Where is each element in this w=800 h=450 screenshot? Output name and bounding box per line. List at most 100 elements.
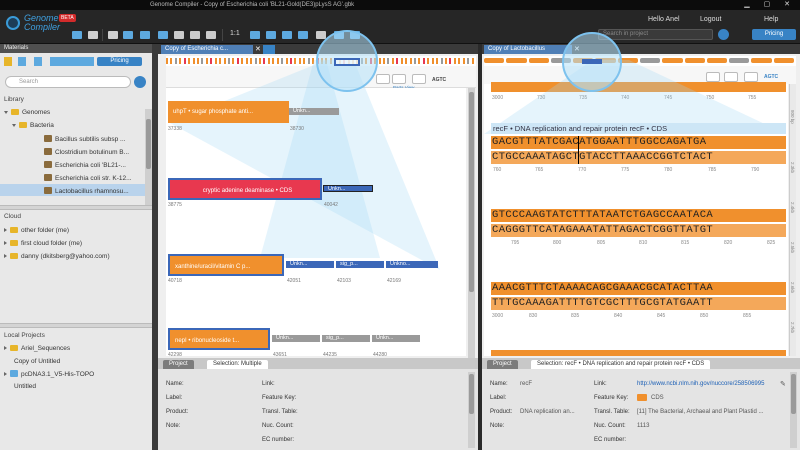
user-greeting[interactable]: Hello Anel (648, 16, 680, 23)
dna-view-toggle[interactable]: AGTC (432, 77, 446, 83)
new-tab-icon[interactable] (263, 45, 275, 54)
feature-xanthine-permease[interactable]: xanthine/uracil/vitamin C p... (168, 254, 284, 276)
feature-uhpT[interactable]: uhpT • sugar phosphate anti... (168, 101, 289, 123)
overview-feature-tick (294, 58, 297, 64)
redo-icon[interactable] (266, 31, 276, 39)
sequence-row-bottom-partial (491, 350, 786, 356)
feature-unknown[interactable]: Unkn... (272, 335, 320, 342)
project-search-input[interactable]: Search in project (598, 29, 713, 40)
sequence-reverse[interactable]: TTTGCAAAGATTTTGTCGCTTTGCGTATGAATT (491, 297, 786, 310)
new-project-icon[interactable] (72, 31, 82, 39)
sequence-reverse[interactable]: CAGGGTTCATAGAAATATTAGACTCGGTTATGT (491, 224, 786, 237)
primer-icon[interactable] (298, 31, 308, 39)
pricing-button[interactable]: Pricing (752, 29, 796, 40)
tab-project[interactable]: Project (487, 360, 518, 369)
feature-unknown[interactable]: Unkn... (323, 185, 373, 192)
properties-scrollbar[interactable] (790, 372, 797, 448)
genome-item[interactable]: Lactobacillus rhamnosu... (44, 187, 129, 195)
feature-label-recF[interactable]: recF • DNA replication and repair protei… (491, 123, 786, 134)
overview-feature-tick (440, 58, 443, 64)
overview-feature-tick (228, 58, 230, 64)
tab-project[interactable]: Project (163, 360, 194, 369)
prop-feature-key-value[interactable]: CDS (651, 395, 664, 401)
document-tab[interactable]: Copy of Lactobacillus (484, 45, 572, 54)
viewport-marker[interactable] (334, 58, 360, 66)
local-project[interactable]: pcDNA3.1_V5-His-TOPO (4, 370, 94, 378)
parts-view-button[interactable] (392, 74, 406, 84)
sequence-forward[interactable]: GACGTTTATCGACATGGAATTTGGCCAGATGA (491, 136, 786, 149)
feature-unknown[interactable]: Unkn... (289, 108, 339, 115)
cut-icon[interactable] (174, 31, 184, 39)
materials-toolbar-icons[interactable] (4, 57, 94, 66)
edit-link-icon[interactable]: ✎ (780, 380, 786, 388)
genome-item[interactable]: Escherichia coli str. K-12... (44, 174, 132, 182)
prop-product-value[interactable]: DNA replication an... (520, 409, 575, 415)
panel-splitter[interactable] (0, 205, 152, 210)
open-icon[interactable] (88, 31, 98, 39)
search-icon[interactable] (718, 29, 729, 40)
cloud-folder[interactable]: first cloud folder (me) (4, 240, 82, 247)
zoom-label[interactable]: 1:1 (230, 30, 240, 37)
overview-feature-tick (378, 58, 381, 64)
view-toggle-icon[interactable] (706, 72, 720, 82)
genome-overview-strip[interactable] (484, 56, 796, 66)
genome-item[interactable]: Clostridium botulinum B... (44, 148, 129, 156)
tree-bacteria[interactable]: Bacteria (12, 122, 54, 129)
document-tab[interactable]: Copy of Escherichia c... (161, 45, 253, 54)
position-label: 42051 (287, 278, 301, 284)
feature-nepI[interactable]: nepI • ribonucleoside t... (168, 328, 270, 350)
feature-unknown[interactable]: Unkn... (372, 335, 420, 342)
tab-selection[interactable]: Selection: recF • DNA replication and re… (531, 360, 711, 369)
properties-scrollbar[interactable] (468, 372, 475, 448)
materials-pricing-button[interactable]: Pricing (97, 57, 142, 66)
cloud-folder[interactable]: danny (dkitsberg@yahoo.com) (4, 253, 110, 260)
genome-item[interactable]: Bacillus subtilis subsp ... (44, 135, 125, 143)
prop-name-value[interactable]: recF (520, 381, 532, 387)
window-titlebar: Genome Compiler - Copy of Escherichia co… (0, 0, 800, 10)
window-controls[interactable]: ▁ ▢ ✕ (744, 0, 796, 10)
feature-view-icon[interactable] (744, 72, 758, 82)
undo-icon[interactable] (250, 31, 260, 39)
copy-icon[interactable] (190, 31, 200, 39)
prop-link-value[interactable]: http://www.ncbi.nlm.nih.gov/nuccore/2585… (637, 381, 764, 387)
library-scrollbar[interactable] (145, 109, 152, 205)
feature-signal-peptide[interactable]: sig_p... (322, 335, 370, 342)
view-toggle-icon[interactable] (376, 74, 390, 84)
feature-color-swatch[interactable] (637, 394, 647, 401)
panel-splitter[interactable] (0, 323, 152, 328)
overview-feature-tick (445, 58, 447, 64)
pointer-icon[interactable] (158, 31, 168, 39)
sequence-forward[interactable]: GTCCCAAGTATCTTTATAATCTGAGCCAATACA (491, 209, 786, 222)
tree-genomes[interactable]: Genomes (4, 109, 50, 116)
library-search-button[interactable] (134, 76, 146, 88)
feature-unknown[interactable]: Unkno... (386, 261, 438, 268)
sequence-forward[interactable]: AAACGTTTCTAAAACAGCGAAACGCATACTTAA (491, 282, 786, 295)
sequence-reverse[interactable]: CTGCCAAATAGCTGTACCTTAAACCGGTCTACT (491, 151, 786, 164)
parts-view-icon[interactable] (724, 72, 738, 82)
local-project[interactable]: Copy of Untitled (14, 358, 60, 365)
local-project[interactable]: Untitled (14, 383, 36, 390)
feature-cryptic-adenine-deaminase[interactable]: cryptic adenine deaminase • CDS (168, 178, 322, 200)
cloud-folder[interactable]: other folder (me) (4, 227, 69, 234)
logout-link[interactable]: Logout (700, 16, 721, 23)
help-link[interactable]: Help (764, 16, 778, 23)
tools-icon[interactable] (282, 31, 292, 39)
prop-transl-table-value[interactable]: [11] The Bacterial, Archaeal and Plant P… (637, 409, 764, 415)
local-project[interactable]: Ariel_Sequences (4, 345, 70, 352)
feature-view-icon[interactable] (412, 74, 426, 84)
share-icon[interactable] (140, 31, 150, 39)
close-tab-icon[interactable]: ✕ (255, 45, 261, 53)
library-search-input[interactable]: Search (5, 76, 131, 88)
viewport-marker[interactable] (582, 59, 602, 64)
editor-left-scrollbar[interactable] (468, 88, 475, 358)
save-icon[interactable] (108, 31, 118, 39)
export-icon[interactable] (123, 31, 133, 39)
dna-view-toggle[interactable]: AGTC (764, 74, 778, 80)
feature-unknown[interactable]: Unkn... (286, 261, 334, 268)
feature-signal-peptide[interactable]: sig_p... (336, 261, 384, 268)
tab-selection[interactable]: Selection: Multiple (207, 360, 268, 369)
paste-icon[interactable] (206, 31, 216, 39)
genome-item[interactable]: Escherichia coli 'BL21-... (44, 161, 126, 169)
overview-feature-tick (458, 58, 461, 64)
position-ruler: 795 800 805 810 815 820 825 (511, 240, 776, 246)
